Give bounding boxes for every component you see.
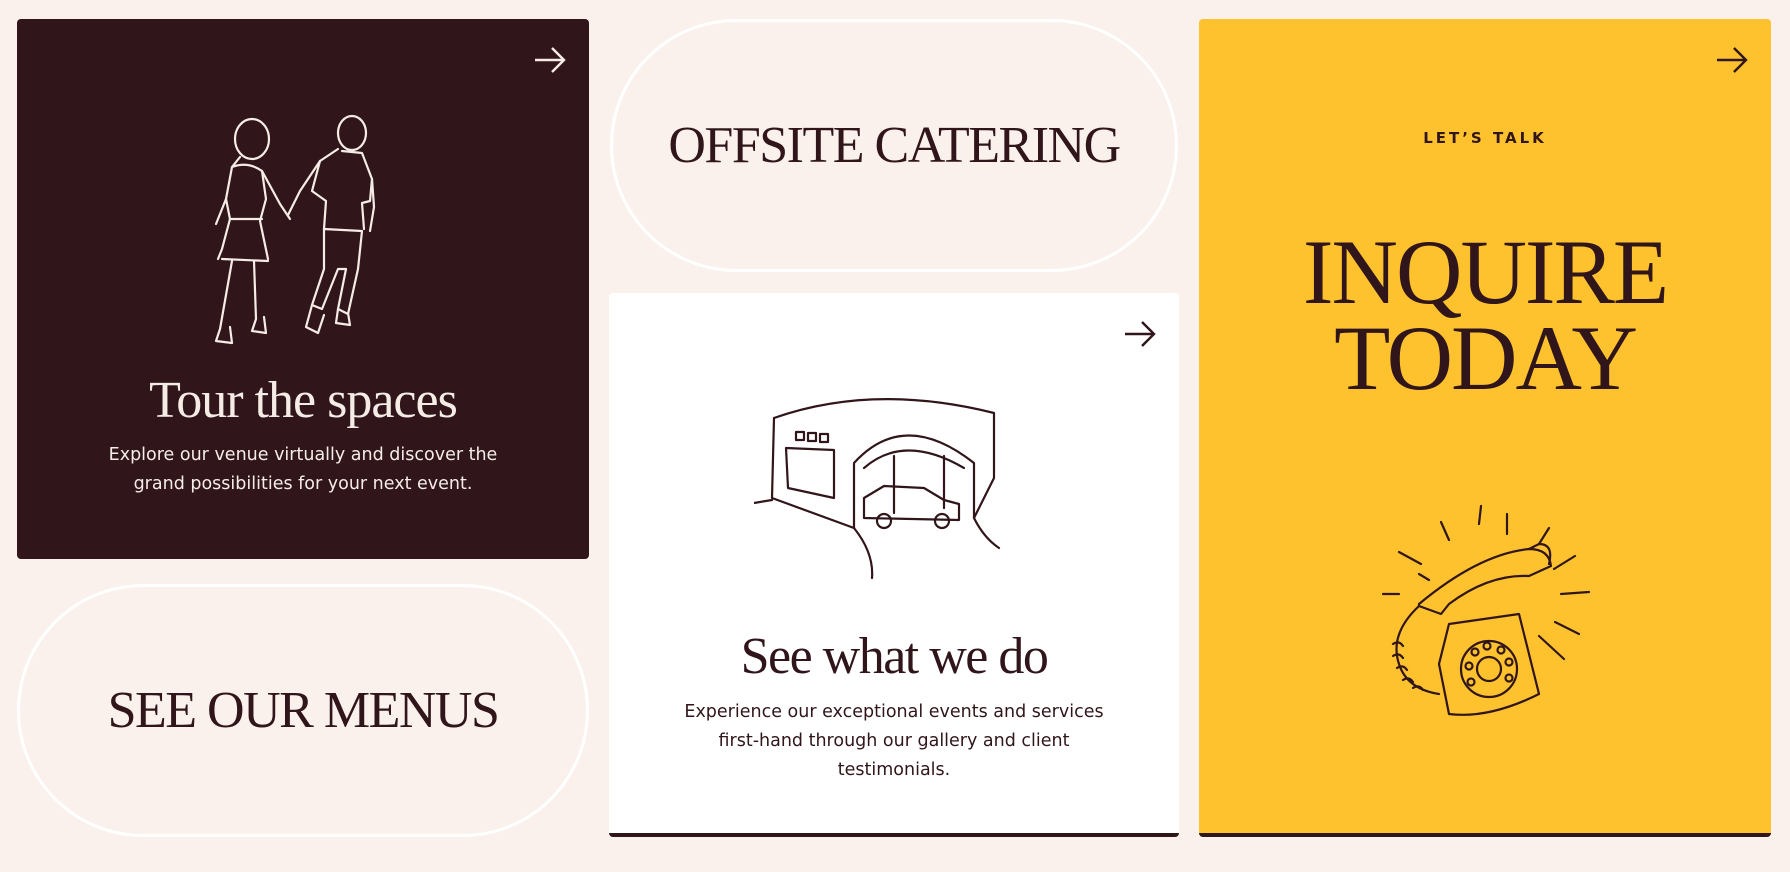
car-garage-icon bbox=[754, 398, 1001, 580]
arrow-right-icon[interactable] bbox=[533, 45, 567, 75]
see-description: Experience our exceptional events and se… bbox=[684, 702, 1104, 780]
see-what-we-do-card[interactable]: See what we do Experience our exceptiona… bbox=[609, 293, 1179, 837]
arrow-right-icon[interactable] bbox=[1715, 45, 1749, 75]
couple-walking-icon bbox=[214, 114, 376, 345]
tour-spaces-card[interactable]: Tour the spaces Explore our venue virtua… bbox=[17, 19, 589, 559]
inquire-today-card[interactable]: LET’S TALK INQUIRE TODAY bbox=[1199, 19, 1771, 837]
tour-title: Tour the spaces bbox=[149, 372, 458, 429]
arrow-right-icon[interactable] bbox=[1123, 319, 1157, 349]
inquire-title: INQUIRE TODAY bbox=[1199, 226, 1771, 404]
offsite-catering-label: OFFSITE CATERING bbox=[668, 117, 1121, 174]
offsite-catering-link[interactable]: OFFSITE CATERING bbox=[610, 19, 1178, 272]
inquire-title-line2: TODAY bbox=[1334, 307, 1638, 409]
see-our-menus-link[interactable]: SEE OUR MENUS bbox=[17, 584, 589, 837]
ringing-telephone-icon bbox=[1381, 504, 1591, 716]
tour-description: Explore our venue virtually and discover… bbox=[108, 445, 498, 494]
see-title: See what we do bbox=[740, 628, 1049, 685]
lets-talk-eyebrow: LET’S TALK bbox=[1423, 129, 1547, 147]
see-our-menus-label: SEE OUR MENUS bbox=[107, 682, 500, 739]
